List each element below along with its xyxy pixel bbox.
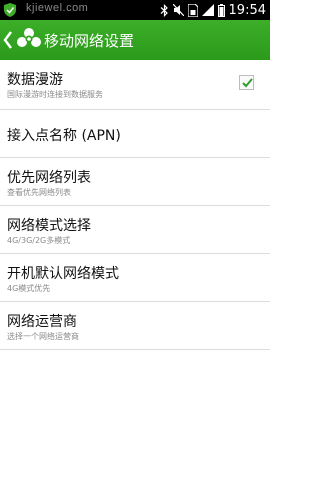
setting-subtitle: 4G模式优先 <box>7 284 51 293</box>
mute-icon <box>172 4 184 16</box>
setting-network-mode[interactable]: 网络模式选择 4G/3G/2G多模式 <box>0 206 270 254</box>
network-settings-icon[interactable] <box>15 25 43 53</box>
watermark-text: kjiewel.com <box>26 2 89 14</box>
status-icons: 19:54 <box>160 2 266 18</box>
title-bar: 移动网络设置 <box>0 20 270 60</box>
battery-icon <box>217 3 225 17</box>
setting-title: 数据漫游 <box>7 72 63 88</box>
setting-apn[interactable]: 接入点名称 (APN) <box>0 110 270 158</box>
chevron-left-icon[interactable] <box>2 29 14 51</box>
signal-icon <box>201 4 214 16</box>
setting-subtitle: 4G/3G/2G多模式 <box>7 236 71 245</box>
setting-data-roaming[interactable]: 数据漫游 国际漫游时连接到数据服务 <box>0 60 270 110</box>
setting-default-boot-mode[interactable]: 开机默认网络模式 4G模式优先 <box>0 254 270 302</box>
setting-subtitle: 选择一个网络运营商 <box>7 332 79 341</box>
status-bar: kjiewel.com 19:54 <box>0 0 270 20</box>
clock: 19:54 <box>228 2 266 18</box>
setting-title: 开机默认网络模式 <box>7 266 119 282</box>
settings-list: 数据漫游 国际漫游时连接到数据服务 接入点名称 (APN) 优先网络列表 查看优… <box>0 60 270 350</box>
checkmark-icon <box>242 78 253 88</box>
shield-icon <box>4 3 16 17</box>
setting-subtitle: 国际漫游时连接到数据服务 <box>7 90 103 99</box>
setting-preferred-networks[interactable]: 优先网络列表 查看优先网络列表 <box>0 158 270 206</box>
data-roaming-checkbox[interactable] <box>239 75 254 90</box>
setting-subtitle: 查看优先网络列表 <box>7 188 71 197</box>
setting-title: 优先网络列表 <box>7 170 91 186</box>
setting-title: 网络模式选择 <box>7 218 91 234</box>
sim-card-icon <box>187 3 198 17</box>
bluetooth-icon <box>160 3 168 17</box>
page-title: 移动网络设置 <box>44 32 135 50</box>
setting-title: 网络运营商 <box>7 314 77 330</box>
setting-title: 接入点名称 (APN) <box>7 128 121 144</box>
setting-network-operator[interactable]: 网络运营商 选择一个网络运营商 <box>0 302 270 350</box>
